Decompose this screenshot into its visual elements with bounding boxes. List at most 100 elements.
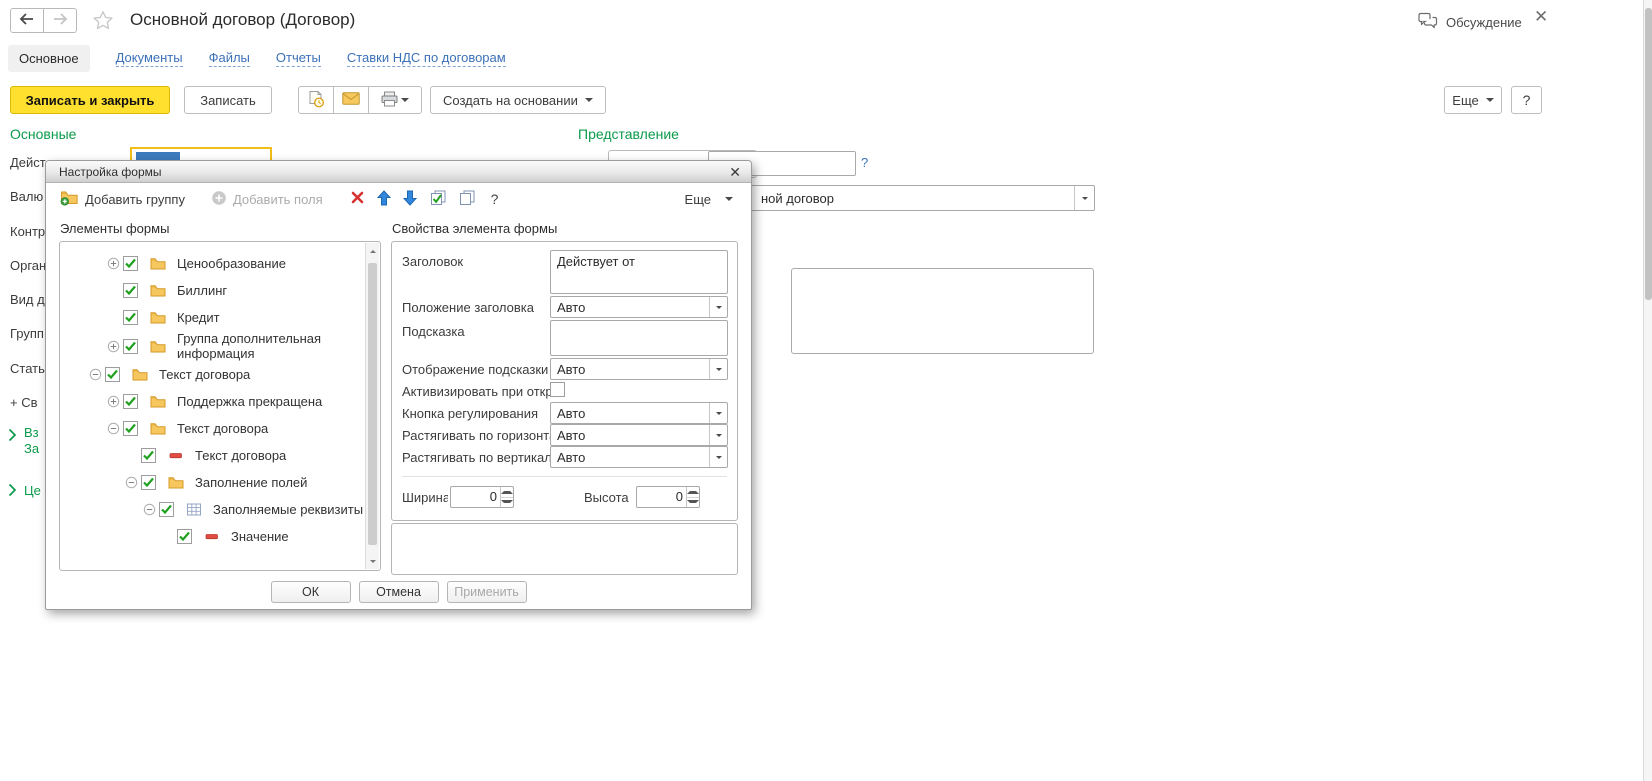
section-link-pricing[interactable]: Це bbox=[8, 483, 41, 500]
width-step-up[interactable] bbox=[501, 487, 513, 497]
field-label: Контр bbox=[10, 224, 50, 258]
tree-item-checkbox[interactable] bbox=[123, 421, 138, 436]
tree-scrollbar-thumb[interactable] bbox=[368, 263, 377, 545]
tree-item-10[interactable]: Значение bbox=[60, 523, 366, 550]
field-help-link[interactable]: ? bbox=[861, 155, 868, 170]
tree-item-9[interactable]: Заполняемые реквизиты bbox=[60, 496, 366, 523]
move-down-button[interactable] bbox=[403, 190, 417, 209]
tree-scrollbar[interactable] bbox=[365, 243, 379, 569]
stretch-h-combo[interactable]: Авто bbox=[550, 424, 728, 446]
scroll-down-icon[interactable] bbox=[366, 555, 379, 569]
ok-button[interactable]: ОК bbox=[271, 581, 351, 603]
dialog-toolbar: Добавить группу Добавить поля ? bbox=[46, 183, 751, 215]
activate-on-open-checkbox[interactable] bbox=[550, 382, 565, 397]
scroll-up-icon[interactable] bbox=[366, 243, 379, 257]
minus-expander-icon[interactable] bbox=[89, 368, 105, 381]
tree-item-checkbox[interactable] bbox=[123, 310, 138, 325]
tab-documents[interactable]: Документы bbox=[116, 50, 183, 67]
stretch-v-dropdown[interactable] bbox=[709, 447, 727, 467]
print-button[interactable] bbox=[368, 86, 422, 114]
tab-vat-rates[interactable]: Ставки НДС по договорам bbox=[347, 50, 506, 67]
tree-item-8[interactable]: Заполнение полей bbox=[60, 469, 366, 496]
tree-item-checkbox[interactable] bbox=[159, 502, 174, 517]
tree-item-0[interactable]: Ценообразование bbox=[60, 250, 366, 277]
dialog-close-icon[interactable]: ✕ bbox=[729, 165, 741, 179]
delete-button[interactable] bbox=[351, 191, 364, 207]
email-button[interactable] bbox=[333, 86, 369, 114]
representation-combo-dropdown[interactable] bbox=[1074, 186, 1094, 210]
title-position-dropdown[interactable] bbox=[709, 297, 727, 317]
add-group-button[interactable]: Добавить группу bbox=[60, 190, 185, 209]
forward-button[interactable] bbox=[43, 8, 77, 33]
title-position-combo[interactable]: Авто bbox=[550, 296, 728, 318]
stretch-h-dropdown[interactable] bbox=[709, 425, 727, 445]
dialog-more-button[interactable]: Еще bbox=[685, 192, 733, 207]
minus-expander-icon[interactable] bbox=[125, 476, 141, 489]
props-separator bbox=[402, 476, 727, 477]
uncheck-all-button[interactable] bbox=[459, 190, 476, 209]
page-scrollbar-thumb[interactable] bbox=[1645, 8, 1652, 300]
tree-item-2[interactable]: Кредит bbox=[60, 304, 366, 331]
page-scrollbar[interactable] bbox=[1643, 0, 1652, 781]
section-link-settlements[interactable]: Вз За bbox=[8, 425, 39, 457]
plus-expander-icon[interactable] bbox=[107, 395, 123, 408]
plus-expander-icon[interactable] bbox=[107, 257, 123, 270]
move-up-button[interactable] bbox=[377, 190, 391, 209]
tree-item-5[interactable]: Поддержка прекращена bbox=[60, 388, 366, 415]
apply-button[interactable]: Применить bbox=[447, 581, 527, 603]
tab-main[interactable]: Основное bbox=[8, 45, 90, 72]
height-step-up[interactable] bbox=[687, 487, 699, 497]
width-stepper[interactable]: 0 bbox=[450, 486, 514, 508]
tree-item-checkbox[interactable] bbox=[141, 448, 156, 463]
title-input[interactable]: Действует от bbox=[550, 250, 728, 294]
tree-item-3[interactable]: Группа дополнительная информация bbox=[60, 331, 366, 361]
tree-item-checkbox[interactable] bbox=[177, 529, 192, 544]
save-button[interactable]: Записать bbox=[184, 86, 272, 114]
save-and-close-button[interactable]: Записать и закрыть bbox=[10, 86, 170, 114]
tooltip-display-dropdown[interactable] bbox=[709, 359, 727, 379]
stretch-v-label: Растягивать по вертикали bbox=[402, 450, 552, 465]
tree-item-4[interactable]: Текст договора bbox=[60, 361, 366, 388]
width-step-down[interactable] bbox=[501, 497, 513, 508]
back-button[interactable] bbox=[10, 8, 44, 33]
adjust-button-combo[interactable]: Авто bbox=[550, 402, 728, 424]
plus-expander-icon[interactable] bbox=[107, 340, 123, 353]
tooltip-display-combo[interactable]: Авто bbox=[550, 358, 728, 380]
tooltip-input[interactable] bbox=[550, 320, 728, 356]
tree-item-checkbox[interactable] bbox=[123, 394, 138, 409]
cancel-button[interactable]: Отмена bbox=[359, 581, 439, 603]
tab-files[interactable]: Файлы bbox=[209, 50, 250, 67]
application-window: Основной договор (Договор) Обсуждение ✕ … bbox=[0, 0, 1652, 781]
minus-expander-icon[interactable] bbox=[107, 422, 123, 435]
tree-item-checkbox[interactable] bbox=[105, 367, 120, 382]
tree-item-checkbox[interactable] bbox=[123, 283, 138, 298]
comment-textarea[interactable] bbox=[791, 268, 1094, 354]
tree-item-6[interactable]: Текст договора bbox=[60, 415, 366, 442]
stretch-v-combo[interactable]: Авто bbox=[550, 446, 728, 468]
add-fields-button[interactable]: Добавить поля bbox=[211, 190, 323, 209]
representation-combo[interactable]: ной договор bbox=[708, 185, 1095, 211]
tree-item-label: Текст договора bbox=[177, 421, 366, 436]
envelope-icon bbox=[342, 92, 360, 108]
create-based-on-button[interactable]: Создать на основании bbox=[430, 86, 606, 114]
tree-item-checkbox[interactable] bbox=[123, 339, 138, 354]
height-stepper[interactable]: 0 bbox=[636, 486, 700, 508]
tree-item-checkbox[interactable] bbox=[123, 256, 138, 271]
width-label: Ширина bbox=[402, 490, 448, 505]
tree-item-checkbox[interactable] bbox=[141, 475, 156, 490]
tree-item-1[interactable]: Биллинг bbox=[60, 277, 366, 304]
tree-item-label: Заполняемые реквизиты bbox=[213, 502, 366, 517]
window-close-icon[interactable]: ✕ bbox=[1534, 7, 1548, 27]
more-button[interactable]: Еще bbox=[1444, 86, 1502, 114]
adjust-button-dropdown[interactable] bbox=[709, 403, 727, 423]
tab-reports[interactable]: Отчеты bbox=[276, 50, 321, 67]
help-button[interactable]: ? bbox=[1511, 86, 1542, 114]
discussion-link[interactable]: Обсуждение bbox=[1418, 12, 1522, 32]
favorite-star-icon[interactable] bbox=[92, 10, 114, 34]
height-step-down[interactable] bbox=[687, 497, 699, 508]
check-all-button[interactable] bbox=[430, 190, 447, 209]
attachment-button[interactable] bbox=[298, 86, 334, 114]
dialog-help-button[interactable]: ? bbox=[491, 191, 499, 207]
minus-expander-icon[interactable] bbox=[143, 503, 159, 516]
tree-item-7[interactable]: Текст договора bbox=[60, 442, 366, 469]
